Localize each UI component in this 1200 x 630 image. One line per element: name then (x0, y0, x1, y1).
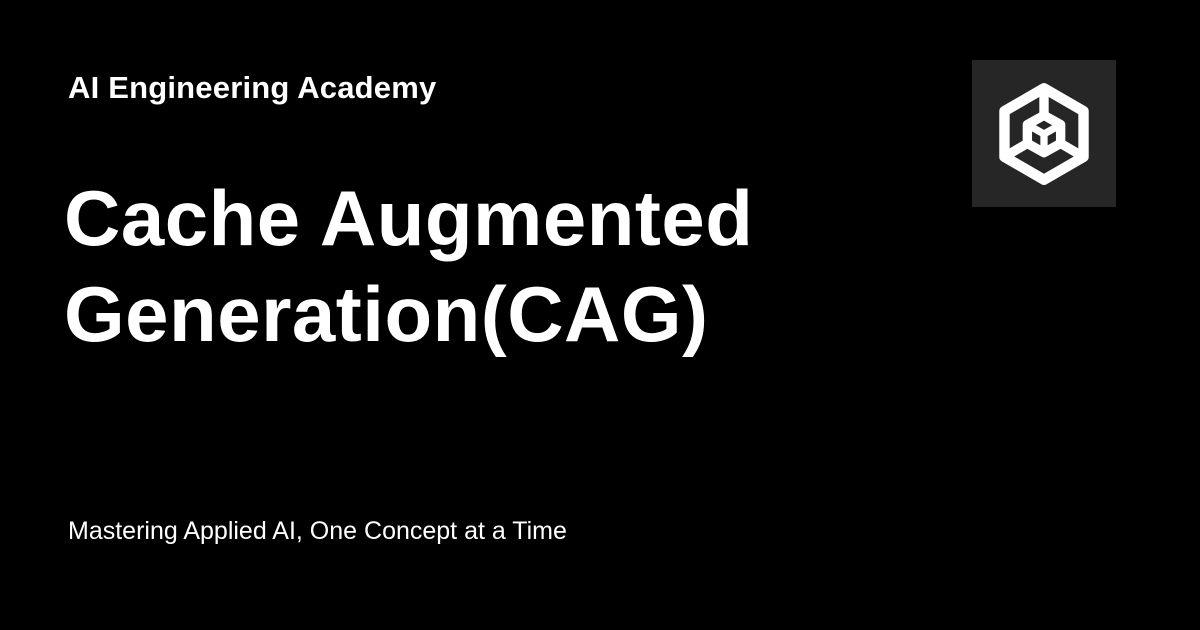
social-card: AI Engineering Academy Cache Augmented G… (0, 0, 1200, 630)
logo (972, 60, 1116, 207)
tagline: Mastering Applied AI, One Concept at a T… (68, 517, 567, 545)
page-title: Cache Augmented Generation(CAG) (64, 170, 924, 362)
site-name: AI Engineering Academy (68, 70, 437, 105)
page-title-line-2: Generation(CAG) (64, 270, 709, 358)
hexagon-cube-icon (999, 82, 1089, 185)
page-title-line-1: Cache Augmented (64, 174, 754, 262)
